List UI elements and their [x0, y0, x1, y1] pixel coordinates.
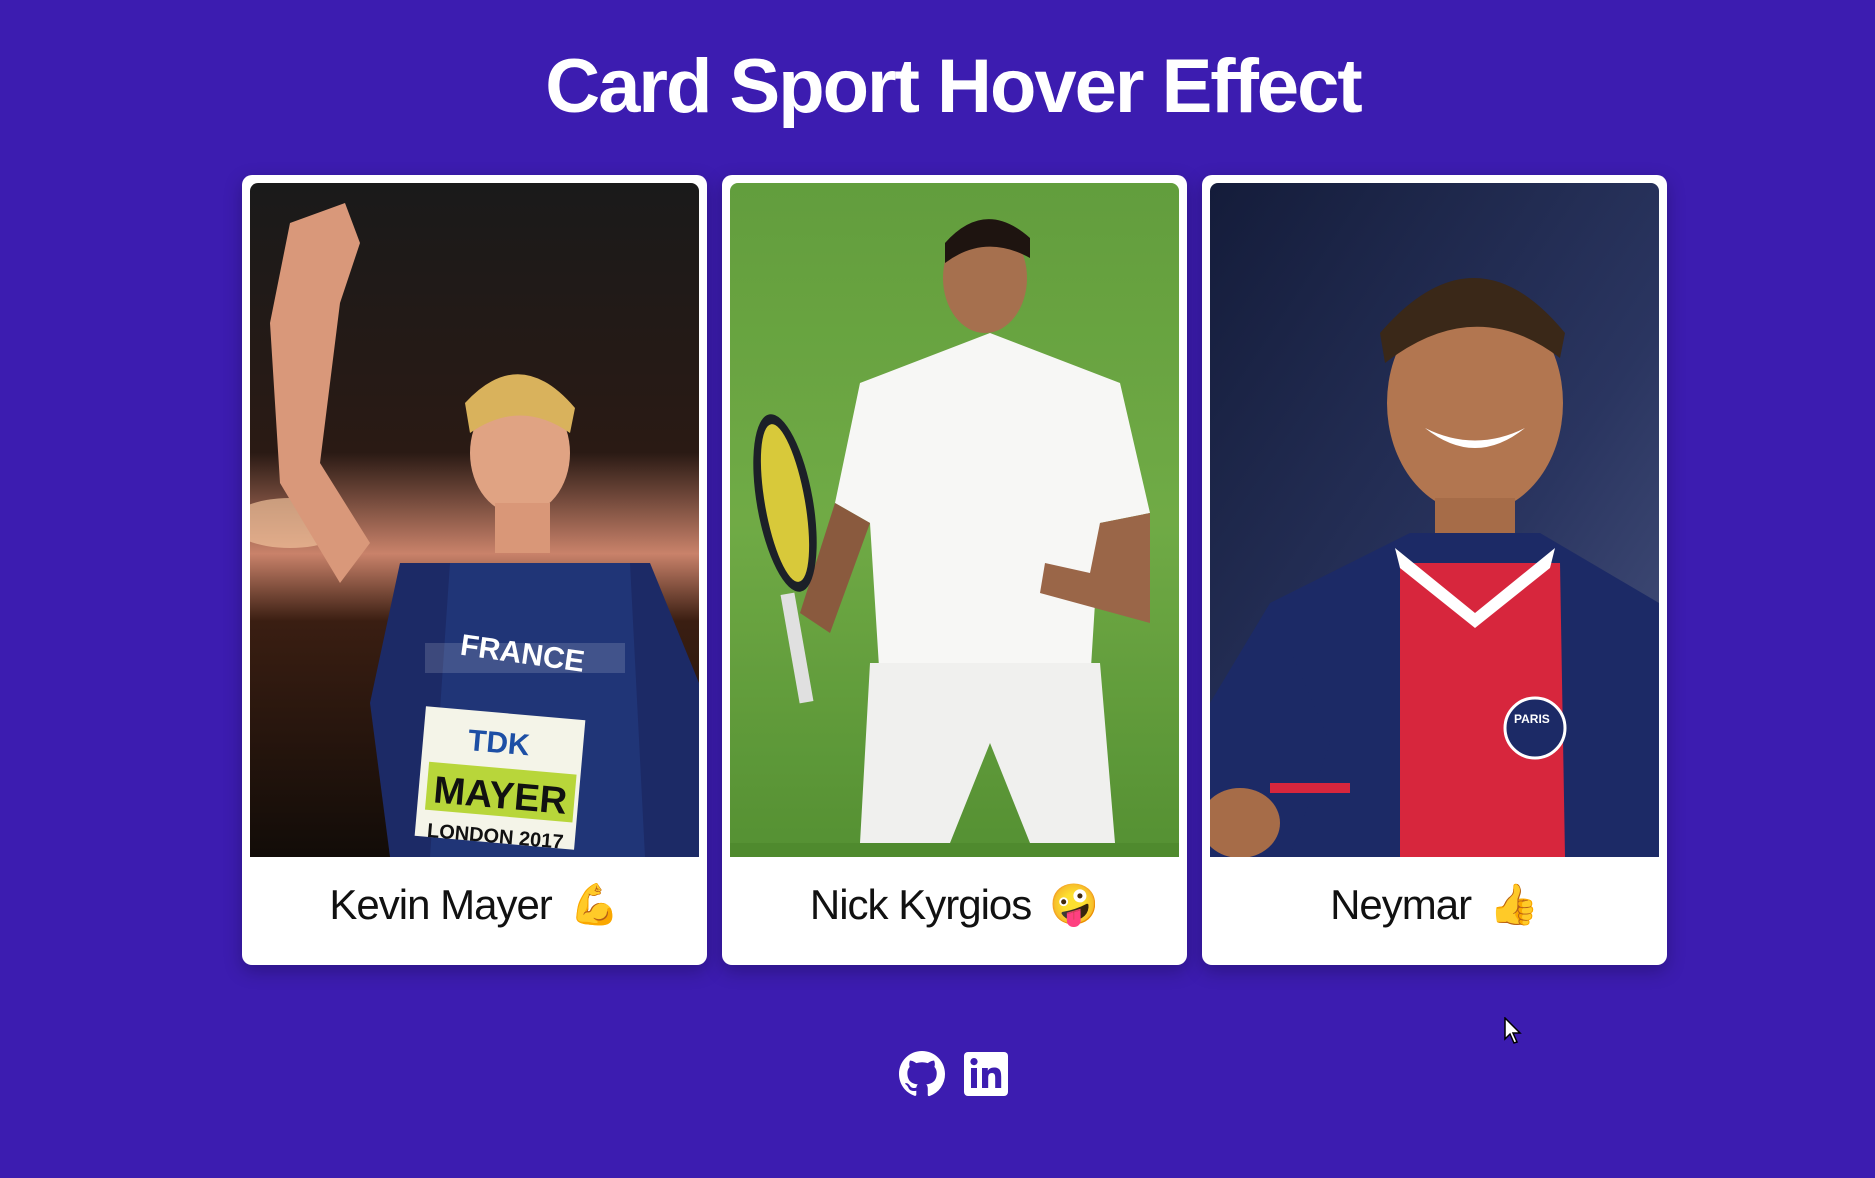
athlete-photo: FRANCE TDK MAYER LONDON 2017 [250, 183, 699, 857]
athlete-name: Neymar [1330, 881, 1472, 928]
athlete-photo: PARIS [1210, 183, 1659, 857]
athlete-name: Kevin Mayer [329, 881, 552, 928]
flexed-biceps-icon: 💪 [569, 882, 620, 928]
card-caption: Neymar 👍 [1202, 865, 1667, 945]
social-links [898, 1050, 1010, 1098]
athlete-name: Nick Kyrgios [809, 881, 1032, 928]
card-caption: Nick Kyrgios 🤪 [722, 865, 1187, 945]
page-title: Card Sport Hover Effect [545, 44, 1363, 129]
bib-sponsor: TDK [467, 724, 532, 762]
card-caption: Kevin Mayer 💪 [242, 865, 707, 945]
athlete-card-kevin-mayer[interactable]: FRANCE TDK MAYER LONDON 2017 Kevin Mayer… [242, 175, 707, 965]
github-icon[interactable] [898, 1050, 946, 1098]
mouse-cursor-icon [1504, 1017, 1522, 1044]
crest-text: PARIS [1514, 712, 1550, 726]
athlete-card-nick-kyrgios[interactable]: Nick Kyrgios 🤪 [722, 175, 1187, 965]
linkedin-icon[interactable] [962, 1050, 1010, 1098]
zany-face-icon: 🤪 [1049, 882, 1100, 928]
athlete-card-neymar[interactable]: PARIS Neymar 👍 [1202, 175, 1667, 965]
athlete-photo [730, 183, 1179, 857]
card-list: FRANCE TDK MAYER LONDON 2017 Kevin Mayer… [242, 175, 1667, 965]
thumbs-up-icon: 👍 [1489, 882, 1539, 928]
